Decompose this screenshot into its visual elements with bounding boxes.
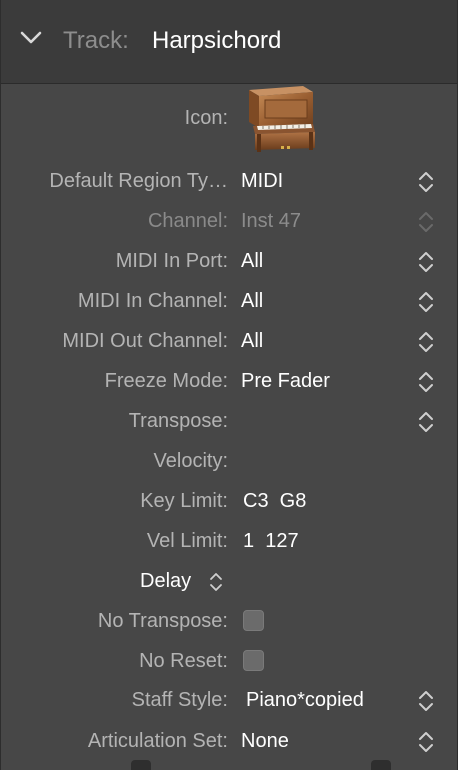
transpose-label: Transpose: xyxy=(128,410,228,432)
freeze-mode-row[interactable]: Freeze Mode: Pre Fader xyxy=(1,361,457,401)
no-transpose-checkbox[interactable] xyxy=(243,610,264,631)
midi-out-channel-value[interactable]: All xyxy=(241,321,263,361)
chevron-down-icon[interactable] xyxy=(19,26,43,50)
icon-label: Icon: xyxy=(184,107,228,129)
channel-label: Channel: xyxy=(147,210,228,232)
midi-out-channel-row[interactable]: MIDI Out Channel: All xyxy=(1,321,457,361)
cut-off-control xyxy=(371,760,391,770)
cut-off-control xyxy=(131,760,151,770)
key-limit-label: Key Limit: xyxy=(140,490,228,512)
track-name: Harpsichord xyxy=(152,27,282,54)
up-down-stepper-icon[interactable] xyxy=(417,729,435,755)
staff-style-value[interactable]: Piano*copied xyxy=(246,680,364,720)
key-limit-row[interactable]: Key Limit: C3 G8 xyxy=(1,481,457,521)
default-region-type-label: Default Region Ty… xyxy=(49,170,228,192)
up-down-stepper-icon[interactable] xyxy=(417,409,435,435)
midi-in-channel-value[interactable]: All xyxy=(241,281,263,321)
midi-in-port-row[interactable]: MIDI In Port: All xyxy=(1,241,457,281)
up-down-stepper-icon[interactable] xyxy=(417,369,435,395)
no-reset-checkbox[interactable] xyxy=(243,650,264,671)
channel-row: Channel: Inst 47 xyxy=(1,201,457,241)
delay-label[interactable]: Delay xyxy=(140,561,191,601)
transpose-row[interactable]: Transpose: xyxy=(1,401,457,441)
key-limit-value[interactable]: C3 G8 xyxy=(243,481,306,521)
no-reset-label: No Reset: xyxy=(139,650,228,672)
velocity-row[interactable]: Velocity: xyxy=(1,441,457,481)
track-header-label: Track: xyxy=(63,27,129,54)
staff-style-label: Staff Style: xyxy=(131,689,228,711)
track-header[interactable]: Track: Harpsichord xyxy=(1,0,457,84)
up-down-stepper-icon[interactable] xyxy=(417,289,435,315)
freeze-mode-label: Freeze Mode: xyxy=(104,370,228,392)
no-transpose-label: No Transpose: xyxy=(97,610,228,632)
default-region-type-row[interactable]: Default Region Ty… MIDI xyxy=(1,161,457,201)
articulation-set-label: Articulation Set: xyxy=(87,730,228,752)
channel-value: Inst 47 xyxy=(241,210,302,232)
track-inspector-panel: Track: Harpsichord Icon: Default Region … xyxy=(0,0,458,770)
icon-row: Icon: xyxy=(1,98,457,138)
up-down-stepper-icon[interactable] xyxy=(208,570,224,594)
midi-in-port-value[interactable]: All xyxy=(241,241,263,281)
velocity-label: Velocity: xyxy=(153,450,228,472)
midi-in-channel-label: MIDI In Channel: xyxy=(77,290,228,312)
vel-limit-value[interactable]: 1 127 xyxy=(243,521,299,561)
midi-in-port-label: MIDI In Port: xyxy=(115,250,228,272)
up-down-stepper-icon[interactable] xyxy=(417,329,435,355)
up-down-stepper-icon[interactable] xyxy=(417,169,435,195)
vel-limit-label: Vel Limit: xyxy=(146,530,228,552)
articulation-set-value[interactable]: None xyxy=(241,721,289,761)
default-region-type-value[interactable]: MIDI xyxy=(241,161,283,201)
no-reset-row[interactable]: No Reset: xyxy=(1,641,457,681)
staff-style-row[interactable]: Staff Style: Piano*copied xyxy=(1,680,457,720)
up-down-stepper-icon[interactable] xyxy=(417,249,435,275)
freeze-mode-value[interactable]: Pre Fader xyxy=(241,361,330,401)
delay-row[interactable]: Delay xyxy=(1,561,457,601)
vel-limit-row[interactable]: Vel Limit: 1 127 xyxy=(1,521,457,561)
no-transpose-row[interactable]: No Transpose: xyxy=(1,601,457,641)
up-down-stepper-icon[interactable] xyxy=(417,688,435,714)
midi-out-channel-label: MIDI Out Channel: xyxy=(62,330,228,352)
upright-piano-icon[interactable] xyxy=(241,82,316,154)
midi-in-channel-row[interactable]: MIDI In Channel: All xyxy=(1,281,457,321)
up-down-stepper-icon xyxy=(419,212,433,232)
articulation-set-row[interactable]: Articulation Set: None xyxy=(1,721,457,761)
